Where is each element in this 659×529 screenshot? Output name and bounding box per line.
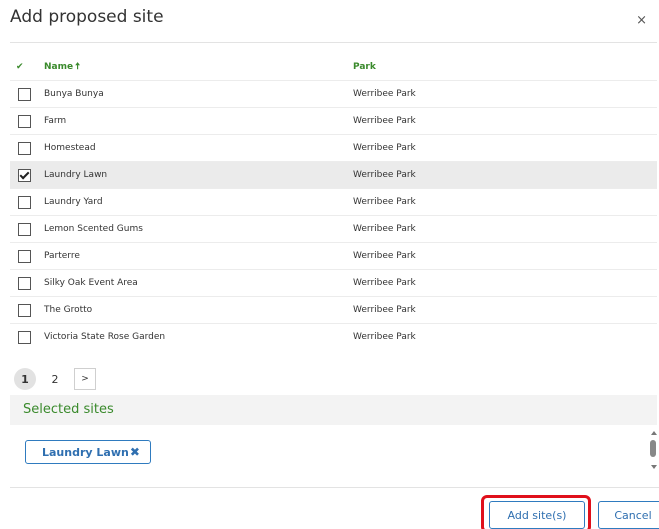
row-checkbox-cell — [10, 161, 44, 189]
row-checkbox-cell — [10, 296, 44, 324]
site-name-cell: Farm — [44, 107, 353, 135]
park-name-cell: Werribee Park — [353, 80, 657, 108]
table-row[interactable]: Farm Werribee Park — [10, 107, 657, 135]
selected-sites-header: Selected sites — [10, 395, 657, 425]
site-name-cell: Parterre — [44, 242, 353, 270]
row-checkbox[interactable] — [18, 114, 31, 128]
table-header-row: ✔ Name 🠅 Park — [10, 54, 657, 81]
table-row[interactable]: Parterre Werribee Park — [10, 242, 657, 270]
row-checkbox[interactable] — [18, 276, 31, 290]
add-proposed-site-dialog: Add proposed site × ✔ Name 🠅 Park Bunya B… — [0, 0, 659, 529]
dialog-title: Add proposed site — [10, 7, 164, 27]
site-name-cell: Homestead — [44, 134, 353, 162]
row-checkbox-cell — [10, 323, 44, 350]
cancel-button[interactable]: Cancel — [598, 501, 659, 529]
pagination: 1 2 > — [14, 368, 96, 390]
selected-sites-heading: Selected sites — [23, 402, 114, 417]
header-divider — [10, 42, 657, 43]
sites-table: ✔ Name 🠅 Park Bunya Bunya Werribee Park Far… — [10, 54, 657, 350]
site-name-cell: Lemon Scented Gums — [44, 215, 353, 243]
site-name-cell: Laundry Yard — [44, 188, 353, 216]
dialog-header: Add proposed site × — [0, 0, 659, 42]
park-name-cell: Werribee Park — [353, 323, 657, 350]
row-checkbox-cell — [10, 242, 44, 270]
table-row[interactable]: Lemon Scented Gums Werribee Park — [10, 215, 657, 243]
table-row[interactable]: Victoria State Rose Garden Werribee Park — [10, 323, 657, 350]
row-checkbox-cell — [10, 134, 44, 162]
column-header-name[interactable]: Name 🠅 — [44, 54, 353, 81]
selected-sites-list: Laundry Lawn ✖ — [10, 425, 657, 475]
site-name-cell: The Grotto — [44, 296, 353, 324]
row-checkbox[interactable] — [18, 222, 31, 236]
row-checkbox-cell — [10, 215, 44, 243]
table-row[interactable]: Bunya Bunya Werribee Park — [10, 80, 657, 108]
table-row[interactable]: The Grotto Werribee Park — [10, 296, 657, 324]
add-sites-highlight-box — [481, 495, 591, 529]
park-name-cell: Werribee Park — [353, 107, 657, 135]
row-checkbox[interactable] — [18, 249, 31, 263]
table-row[interactable]: Laundry Lawn Werribee Park — [10, 161, 657, 189]
column-header-park[interactable]: Park — [353, 54, 657, 81]
page-1-button[interactable]: 1 — [14, 368, 36, 390]
row-checkbox-cell — [10, 107, 44, 135]
park-name-cell: Werribee Park — [353, 215, 657, 243]
row-checkbox[interactable] — [18, 141, 31, 155]
park-name-cell: Werribee Park — [353, 296, 657, 324]
park-name-cell: Werribee Park — [353, 242, 657, 270]
page-2-button[interactable]: 2 — [44, 368, 66, 390]
selected-site-chip[interactable]: Laundry Lawn ✖ — [25, 440, 151, 464]
row-checkbox[interactable] — [18, 303, 31, 317]
park-name-cell: Werribee Park — [353, 161, 657, 189]
footer-divider — [10, 487, 659, 488]
row-checkbox-cell — [10, 188, 44, 216]
select-all-check-icon[interactable]: ✔ — [10, 54, 44, 81]
row-checkbox[interactable] — [18, 195, 31, 209]
table-row[interactable]: Laundry Yard Werribee Park — [10, 188, 657, 216]
table-row[interactable]: Homestead Werribee Park — [10, 134, 657, 162]
row-checkbox[interactable] — [18, 168, 31, 182]
remove-icon[interactable]: ✖ — [130, 445, 140, 459]
sort-ascending-icon: 🠅 — [75, 62, 81, 72]
next-page-button[interactable]: > — [74, 368, 96, 390]
scroll-up-arrow-icon[interactable] — [651, 431, 657, 435]
scrollbar-thumb[interactable] — [650, 440, 656, 457]
selected-sites-scrollbar[interactable] — [650, 431, 659, 469]
site-name-cell: Laundry Lawn — [44, 161, 353, 189]
close-icon[interactable]: × — [636, 13, 647, 28]
park-name-cell: Werribee Park — [353, 269, 657, 297]
row-checkbox[interactable] — [18, 87, 31, 101]
site-name-cell: Bunya Bunya — [44, 80, 353, 108]
row-checkbox-cell — [10, 80, 44, 108]
park-name-cell: Werribee Park — [353, 134, 657, 162]
selected-site-chip-label: Laundry Lawn — [42, 445, 129, 459]
scroll-down-arrow-icon[interactable] — [651, 465, 657, 469]
row-checkbox-cell — [10, 269, 44, 297]
column-header-name-label: Name — [44, 62, 74, 72]
table-row[interactable]: Silky Oak Event Area Werribee Park — [10, 269, 657, 297]
site-name-cell: Victoria State Rose Garden — [44, 323, 353, 350]
park-name-cell: Werribee Park — [353, 188, 657, 216]
site-name-cell: Silky Oak Event Area — [44, 269, 353, 297]
row-checkbox[interactable] — [18, 330, 31, 344]
